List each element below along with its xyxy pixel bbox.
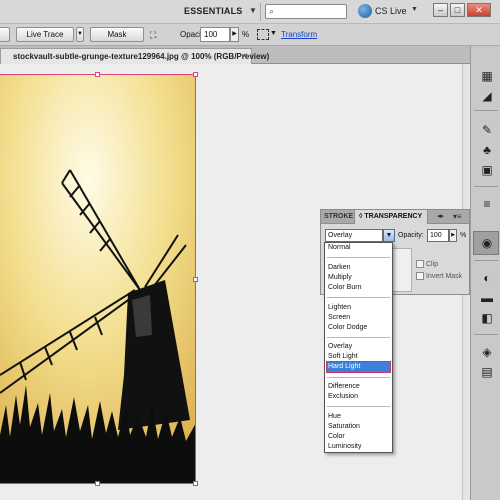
search-input[interactable]: ⌕ (265, 4, 347, 19)
chevron-down-icon[interactable]: ▼ (411, 6, 418, 13)
selection-handle[interactable] (193, 277, 198, 282)
chevron-right-icon[interactable]: ▶ (230, 27, 239, 42)
selection-handle[interactable] (95, 72, 100, 77)
blend-option-hue[interactable]: Hue (328, 413, 341, 420)
align-icon[interactable] (257, 29, 269, 40)
blend-option-color[interactable]: Color (328, 433, 345, 440)
blend-mode-dropdown: Normal Darken Multiply Color Burn Lighte… (324, 242, 393, 453)
application-bar: ESSENTIALS ▼ ⌕ CS Live ▼ – □ ✕ (0, 0, 500, 24)
panel-opacity-label: Opacity: (398, 232, 424, 239)
artwork-image[interactable] (0, 74, 196, 484)
blend-option-overlay[interactable]: Overlay (328, 343, 352, 350)
blend-option-saturation[interactable]: Saturation (328, 423, 360, 430)
opacity-input[interactable]: 100 (200, 27, 230, 42)
tab-transparency[interactable]: ◊ TRANSPARENCY (354, 210, 429, 224)
clip-checkbox[interactable] (416, 260, 424, 268)
maximize-button[interactable]: □ (450, 3, 465, 17)
blend-option-lighten[interactable]: Lighten (328, 304, 351, 311)
blend-option-color-dodge[interactable]: Color Dodge (328, 324, 367, 331)
blend-option-luminosity[interactable]: Luminosity (328, 443, 361, 450)
blend-option-darken[interactable]: Darken (328, 264, 351, 271)
gradient-icon[interactable]: ◢ (479, 88, 495, 104)
blend-option-multiply[interactable]: Multiply (328, 274, 352, 281)
cs-live-button[interactable]: CS Live (375, 6, 407, 16)
blend-option-color-burn[interactable]: Color Burn (328, 284, 361, 291)
search-icon: ⌕ (269, 6, 275, 16)
symbols-icon[interactable]: ♣ (479, 142, 495, 158)
panel-opacity-input[interactable]: 100 (427, 229, 449, 242)
control-bar: Live Trace ▼ Mask ⛶ Opacity: 100 ▶ % ▼ T… (0, 24, 500, 46)
close-icon[interactable]: × (243, 51, 248, 60)
layers-icon[interactable]: ◈ (479, 344, 495, 360)
document-tab-title: stockvault-subtle-grunge-texture129964.j… (13, 52, 270, 61)
minimize-button[interactable]: – (433, 3, 448, 17)
color-guide-icon[interactable]: ▦ (479, 68, 495, 84)
invert-mask-label: Invert Mask (426, 273, 463, 280)
tab-stroke[interactable]: STROKE (324, 213, 353, 220)
blend-option-normal[interactable]: Normal (328, 244, 351, 251)
selection-handle[interactable] (95, 481, 100, 486)
selection-handle[interactable] (193, 72, 198, 77)
chevron-right-icon[interactable]: ▶ (449, 229, 457, 242)
crop-image-icon[interactable]: ⛶ (150, 30, 156, 41)
artboards-icon[interactable]: ▤ (479, 364, 495, 380)
close-button[interactable]: ✕ (467, 3, 491, 17)
divider (260, 3, 261, 21)
align-icon[interactable]: ▬ (479, 290, 495, 306)
chevron-down-icon[interactable]: ▼ (76, 27, 84, 42)
control-bar-button[interactable] (0, 27, 10, 42)
divider (474, 260, 498, 261)
opacity-unit: % (242, 30, 250, 39)
appearance-icon[interactable]: ◐ (479, 270, 495, 286)
workspace-switcher[interactable]: ESSENTIALS (184, 6, 243, 16)
brushes-icon[interactable]: ✎ (479, 122, 495, 138)
blend-option-difference[interactable]: Difference (328, 383, 360, 390)
blend-mode-select[interactable]: Overlay (325, 229, 383, 242)
panel-tab-bar: STROKE ◊ TRANSPARENCY ◂▸ ▾≡ (321, 210, 469, 224)
document-tab[interactable]: stockvault-subtle-grunge-texture129964.j… (0, 48, 269, 64)
pathfinder-icon[interactable]: ◧ (479, 310, 495, 326)
divider (327, 337, 390, 338)
panel-opacity-unit: % (460, 232, 467, 239)
divider (327, 377, 390, 378)
blend-option-hard-light[interactable]: Hard Light (328, 363, 360, 370)
panel-dock: ▦ ◢ ✎ ♣ ▣ ≡ ◉ ◐ ▬ ◧ ◈ ▤ (470, 46, 500, 500)
blend-option-exclusion[interactable]: Exclusion (328, 393, 358, 400)
invert-mask-checkbox[interactable] (416, 272, 424, 280)
blend-option-soft-light[interactable]: Soft Light (328, 353, 358, 360)
chevron-down-icon[interactable]: ▼ (383, 229, 395, 242)
transparency-icon[interactable]: ◉ (479, 235, 495, 251)
mask-button[interactable]: Mask (90, 27, 144, 42)
panel-menu-icon[interactable]: ▾≡ (453, 212, 462, 221)
divider (327, 297, 390, 298)
divider (474, 110, 498, 111)
document-tab-bar: stockvault-subtle-grunge-texture129964.j… (0, 46, 470, 64)
stroke-icon[interactable]: ≡ (479, 196, 495, 212)
blend-option-screen[interactable]: Screen (328, 314, 350, 321)
transform-link[interactable]: Transform (281, 30, 317, 39)
divider (474, 186, 498, 187)
live-trace-button[interactable]: Live Trace (16, 27, 74, 42)
divider (327, 257, 390, 258)
chevron-down-icon[interactable]: ▼ (270, 30, 277, 37)
cs-live-icon[interactable] (358, 4, 372, 18)
divider (474, 334, 498, 335)
chevron-down-icon[interactable]: ▼ (249, 6, 257, 15)
selection-handle[interactable] (193, 481, 198, 486)
divider (327, 406, 390, 407)
graphic-styles-icon[interactable]: ▣ (479, 162, 495, 178)
clip-label: Clip (426, 261, 439, 268)
panel-collapse-icon[interactable]: ◂▸ (437, 212, 444, 220)
